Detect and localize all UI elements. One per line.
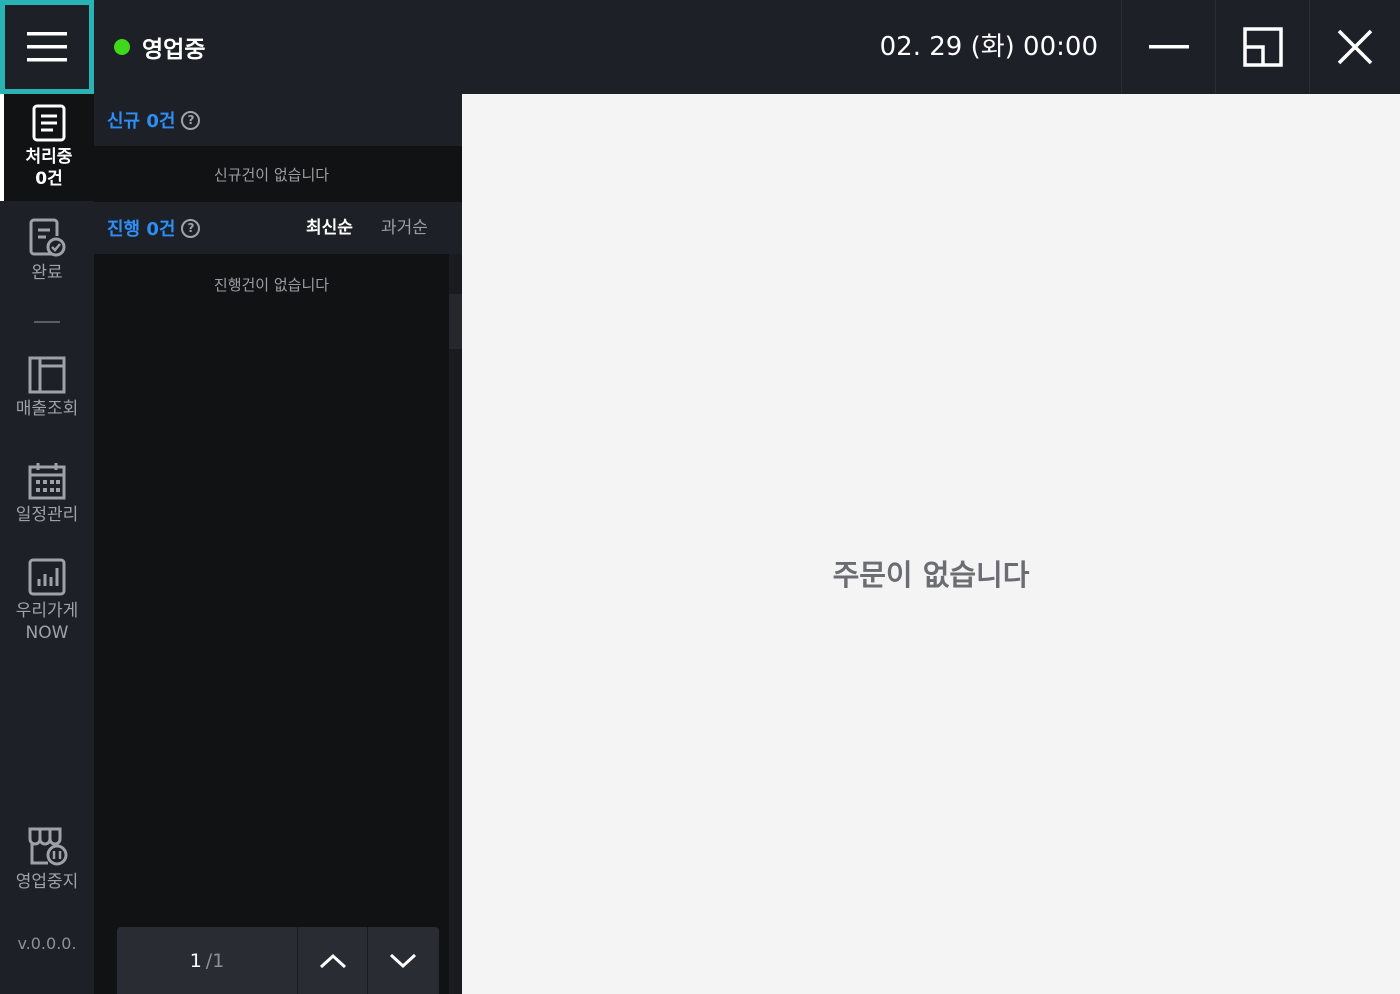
restore-icon (1242, 27, 1283, 67)
progress-orders-header: 진행 0건 ? 최신순 과거순 (94, 202, 462, 254)
nav-item-schedule[interactable]: 일정관리 (0, 462, 94, 542)
menu-button[interactable] (0, 0, 94, 94)
pagination: 1 /1 (117, 927, 439, 994)
new-orders-empty: 신규건이 없습니다 (213, 166, 330, 184)
chevron-up-icon (319, 953, 346, 968)
nav-item-processing[interactable]: 처리중 0건 (0, 94, 94, 201)
datetime: 02. 29 (화) 00:00 (879, 32, 1098, 62)
nav-label-completed: 완료 (31, 263, 63, 283)
document-check-icon (29, 218, 66, 257)
page-indicator: 1 /1 (117, 927, 298, 994)
page-up-button[interactable] (298, 927, 368, 994)
top-bar: 영업중 02. 29 (화) 00:00 (0, 0, 1400, 94)
nav-item-sales[interactable]: 매출조회 (0, 356, 94, 436)
order-list-panel: 신규 0건 ? 신규건이 없습니다 진행 0건 ? 최신순 과거순 진행건이 없… (94, 94, 462, 994)
close-icon (1337, 29, 1373, 65)
new-orders-header: 신규 0건 ? (94, 94, 462, 146)
sort-oldest-button[interactable]: 과거순 (381, 202, 428, 254)
ledger-icon (28, 356, 66, 394)
bar-chart-icon (28, 558, 66, 596)
nav-label-now: NOW (25, 623, 69, 643)
help-icon[interactable]: ? (181, 218, 201, 238)
status-label: 영업중 (142, 37, 206, 63)
page-down-button[interactable] (368, 927, 438, 994)
app-version: v.0.0.0. (17, 934, 77, 953)
restore-button[interactable] (1215, 0, 1309, 94)
status-dot (114, 39, 130, 55)
sort-latest-button[interactable]: 최신순 (306, 202, 353, 254)
nav-item-store-now[interactable]: 우리가게 NOW (0, 558, 94, 658)
chevron-down-icon (389, 953, 417, 968)
help-icon[interactable]: ? (181, 110, 201, 130)
nav-item-completed[interactable]: 완료 (0, 218, 94, 298)
hamburger-icon (27, 32, 67, 62)
page-total: /1 (205, 949, 225, 972)
calendar-icon (28, 463, 66, 500)
new-orders-title: 신규 0건 (107, 111, 176, 132)
minimize-icon (1148, 45, 1189, 49)
order-detail-area: 주문이 없습니다 (462, 94, 1400, 994)
scrollbar-track[interactable] (449, 254, 462, 994)
nav-label-schedule: 일정관리 (15, 505, 79, 525)
nav-label-processing: 처리중 (25, 147, 73, 167)
progress-orders-title: 진행 0건 (107, 219, 176, 240)
no-orders-message: 주문이 없습니다 (832, 558, 1030, 592)
document-list-icon (32, 104, 66, 142)
nav-item-pause-business[interactable]: 영업중지 (0, 827, 94, 907)
nav-count-processing: 0건 (35, 169, 63, 189)
progress-orders-empty: 진행건이 없습니다 (213, 276, 330, 294)
close-button[interactable] (1309, 0, 1400, 94)
side-nav: 처리중 0건 완료 매출조회 일정관리 우리가게 NOW 영업중지 v.0.0.… (0, 94, 94, 994)
nav-divider (34, 321, 60, 323)
nav-label-store: 우리가게 (15, 601, 79, 621)
page-current: 1 (189, 949, 202, 972)
nav-label-sales: 매출조회 (15, 399, 79, 419)
store-pause-icon (28, 827, 68, 866)
minimize-button[interactable] (1121, 0, 1215, 94)
nav-label-pause: 영업중지 (15, 872, 79, 892)
scrollbar-thumb[interactable] (449, 294, 462, 349)
business-status: 영업중 (114, 28, 205, 66)
